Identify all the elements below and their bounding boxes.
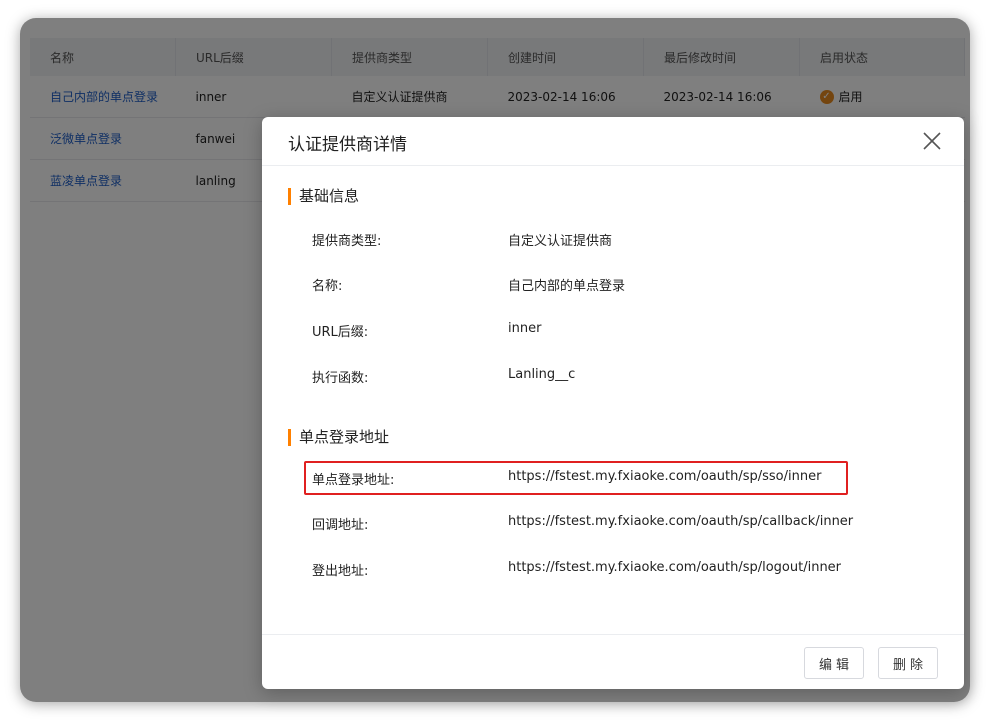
info-value: https://fstest.my.fxiaoke.com/oauth/sp/s… xyxy=(508,469,822,484)
close-icon[interactable] xyxy=(918,127,946,155)
provider-detail-dialog: 认证提供商详情 基础信息 提供商类型: 自定义认证提供商 名称: 自己内部的单点… xyxy=(262,117,964,689)
info-value: 自定义认证提供商 xyxy=(508,234,613,249)
section-sso-title: 单点登录地址 xyxy=(288,429,389,446)
info-value: inner xyxy=(508,321,542,336)
section-basic-title: 基础信息 xyxy=(288,188,359,205)
dialog-footer: 编辑 删除 xyxy=(262,634,964,689)
info-label: 单点登录地址: xyxy=(312,473,395,488)
info-label: 登出地址: xyxy=(312,564,369,579)
info-value: Lanling__c xyxy=(508,367,576,382)
info-label: URL后缀: xyxy=(312,325,369,340)
info-label: 执行函数: xyxy=(312,371,369,386)
info-label: 回调地址: xyxy=(312,518,369,533)
info-value: https://fstest.my.fxiaoke.com/oauth/sp/l… xyxy=(508,560,842,575)
info-value: https://fstest.my.fxiaoke.com/oauth/sp/c… xyxy=(508,514,854,529)
dialog-header: 认证提供商详情 xyxy=(262,117,964,166)
dialog-title: 认证提供商详情 xyxy=(288,135,407,155)
edit-button[interactable]: 编辑 xyxy=(804,647,864,679)
info-label: 提供商类型: xyxy=(312,234,382,249)
delete-button[interactable]: 删除 xyxy=(878,647,938,679)
info-value: 自己内部的单点登录 xyxy=(508,279,626,294)
info-label: 名称: xyxy=(312,279,343,294)
